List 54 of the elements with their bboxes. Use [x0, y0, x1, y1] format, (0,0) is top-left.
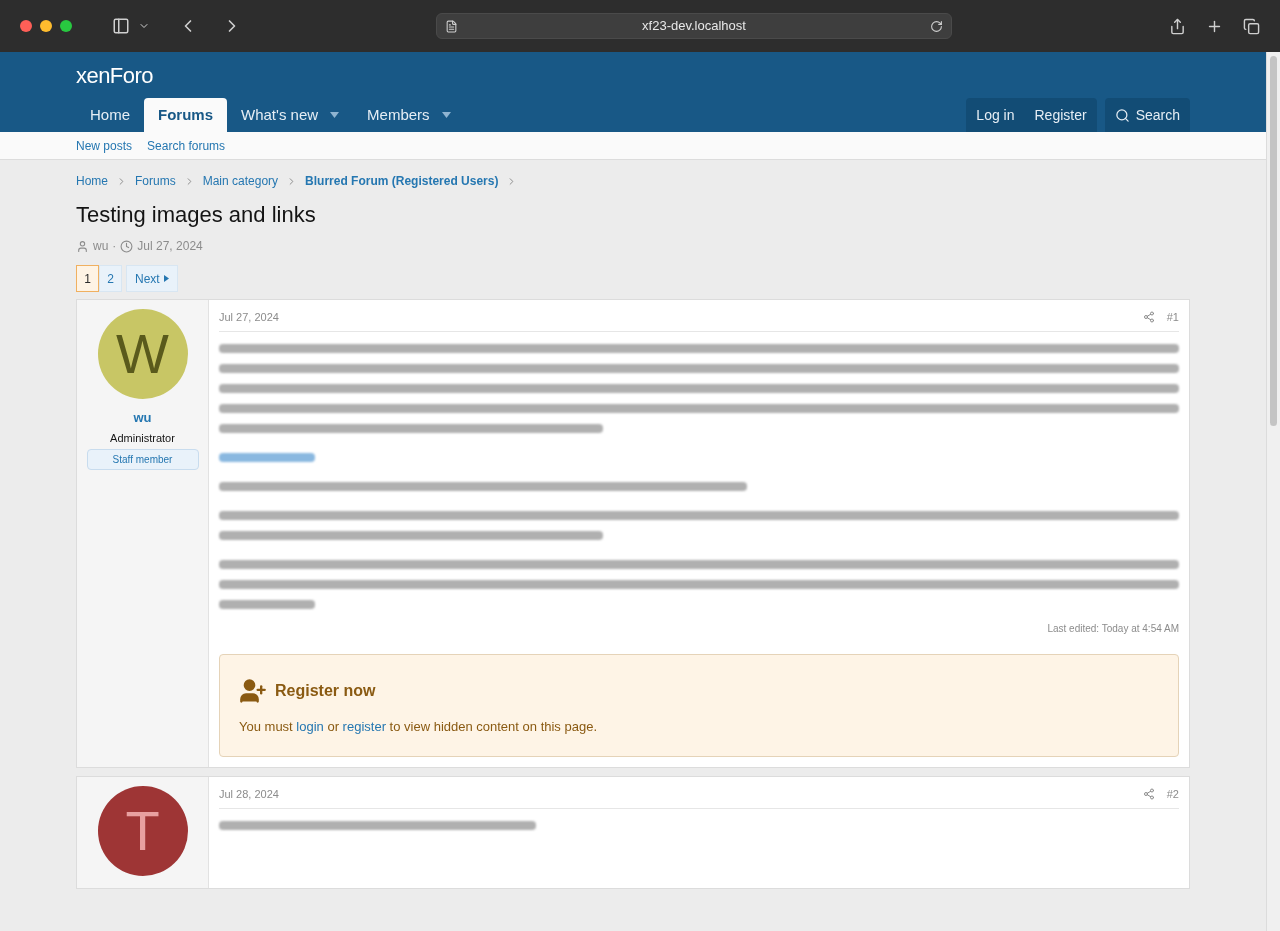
- notice-title: Register now: [275, 680, 376, 701]
- scrollbar[interactable]: [1266, 52, 1280, 931]
- separator-dot: ·: [112, 238, 117, 255]
- staff-badge: Staff member: [86, 449, 199, 470]
- minimize-icon[interactable]: [40, 20, 52, 32]
- address-bar[interactable]: xf23-dev.localhost: [436, 13, 952, 39]
- close-icon[interactable]: [20, 20, 32, 32]
- dropdown-caret-icon[interactable]: [441, 112, 451, 118]
- search-icon: [1114, 107, 1130, 123]
- user-plus-icon: [239, 676, 267, 705]
- subnav-link[interactable]: New posts: [76, 136, 133, 155]
- notice-text: You must login or register to view hidden content on this page.: [239, 717, 598, 736]
- avatar[interactable]: W: [97, 309, 188, 399]
- subnav-link[interactable]: Search forums: [147, 136, 226, 155]
- post-date[interactable]: Jul 27, 2024: [219, 309, 279, 326]
- notice-link[interactable]: login: [296, 718, 324, 734]
- notice-link[interactable]: register: [342, 718, 386, 734]
- post-date[interactable]: Jul 28, 2024: [219, 786, 279, 803]
- nav-tab[interactable]: What's new: [227, 98, 354, 132]
- sidebar-icon[interactable]: [112, 17, 130, 35]
- thread-title: Testing images and links: [76, 201, 317, 229]
- last-edited-note: Last edited: Today at 4:54 AM: [1047, 621, 1179, 636]
- breadcrumb-link[interactable]: Forums: [135, 172, 176, 190]
- clock-icon: [120, 239, 134, 253]
- thread-author[interactable]: wu: [93, 237, 109, 255]
- user-role: Administrator: [110, 430, 175, 446]
- search-button[interactable]: Search: [1104, 98, 1190, 132]
- reload-icon[interactable]: [930, 19, 943, 33]
- nav-tab[interactable]: Home: [76, 98, 144, 132]
- thread-date[interactable]: Jul 27, 2024: [137, 237, 203, 255]
- page-button[interactable]: 1: [76, 265, 99, 292]
- breadcrumb-link[interactable]: Blurred Forum (Registered Users): [305, 172, 499, 190]
- site-logo[interactable]: xenForo: [76, 58, 153, 92]
- post-number[interactable]: #2: [1166, 786, 1179, 803]
- nav-tab[interactable]: Members: [353, 98, 465, 132]
- account-link[interactable]: Register: [1024, 98, 1097, 132]
- page-icon: [445, 19, 458, 33]
- account-link[interactable]: Log in: [966, 98, 1025, 132]
- tabs-icon[interactable]: [1243, 17, 1260, 35]
- breadcrumb-link[interactable]: Home: [76, 172, 108, 190]
- breadcrumb-link[interactable]: Main category: [202, 172, 279, 190]
- nav-tab[interactable]: Forums: [144, 98, 228, 132]
- caret-icon: [163, 275, 169, 282]
- username-link[interactable]: wu: [133, 408, 152, 428]
- post-number[interactable]: #1: [1166, 309, 1179, 326]
- maximize-icon[interactable]: [60, 20, 72, 32]
- scrollbar-thumb[interactable]: [1270, 56, 1277, 426]
- dropdown-caret-icon[interactable]: [330, 112, 340, 118]
- avatar[interactable]: T: [97, 786, 188, 876]
- share-icon[interactable]: [1169, 17, 1186, 35]
- url-text: xf23-dev.localhost: [641, 17, 747, 36]
- next-page-button[interactable]: Next: [126, 265, 178, 292]
- user-icon: [76, 239, 89, 253]
- page-button[interactable]: 2: [99, 265, 122, 292]
